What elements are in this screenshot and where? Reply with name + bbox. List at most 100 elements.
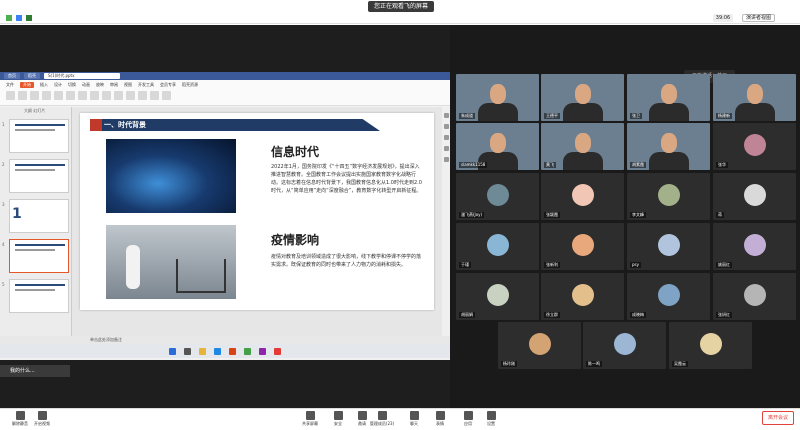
people-icon bbox=[377, 411, 387, 420]
label: 安全 bbox=[334, 421, 342, 426]
participant-tile[interactable]: 潘飞燕(Joy) bbox=[456, 173, 539, 220]
participant-tile[interactable]: 张新利 bbox=[541, 223, 624, 270]
participant-tile[interactable]: 蒋 bbox=[713, 173, 796, 220]
tab-document[interactable]: S(1)时代.pptx bbox=[44, 73, 120, 79]
align-icon[interactable] bbox=[126, 91, 135, 100]
participant-tile[interactable]: 吴霞云 bbox=[669, 322, 752, 369]
avatar bbox=[613, 332, 636, 355]
participant-tile[interactable]: 张妍红 bbox=[713, 273, 796, 320]
participant-tile[interactable]: 成晓梅 bbox=[627, 273, 710, 320]
tool-icon[interactable] bbox=[443, 146, 449, 151]
digital-network-image bbox=[106, 139, 236, 213]
participant-tile[interactable]: psy bbox=[627, 223, 710, 270]
participant-face bbox=[574, 84, 591, 105]
italic-icon[interactable] bbox=[90, 91, 99, 100]
participant-tile[interactable]: 杨建新 bbox=[713, 74, 796, 121]
ribbon-tab[interactable]: 动画 bbox=[82, 82, 90, 88]
participant-body bbox=[562, 103, 603, 121]
sharing-banner[interactable]: 您正在观看飞的屏幕 bbox=[368, 1, 435, 12]
camera-icon bbox=[37, 411, 47, 420]
picture-icon[interactable] bbox=[162, 91, 171, 100]
participant-tile[interactable]: 陈一鸣 bbox=[583, 322, 666, 369]
status-icons bbox=[6, 15, 32, 21]
thumb-number: 2 bbox=[2, 162, 5, 167]
meeting-controls: 解除静音 开启视频 共享屏幕 安全 邀请 管理成员(23) 聊天 表情 应用 设… bbox=[0, 408, 800, 430]
ribbon: 文件 开始 插入 设计 切换 动画 放映 审阅 视图 开发工具 会员专享 稻壳资… bbox=[0, 80, 450, 106]
participant-name: 胡素霞 bbox=[630, 162, 646, 168]
underline-icon[interactable] bbox=[102, 91, 111, 100]
shape-icon[interactable] bbox=[150, 91, 159, 100]
participant-tile[interactable]: 朱成道 bbox=[456, 74, 539, 121]
ribbon-tab[interactable]: 文件 bbox=[6, 82, 14, 88]
app-icon[interactable] bbox=[259, 347, 266, 355]
participant-tile[interactable]: 胡丽娟 bbox=[456, 273, 539, 320]
emoji-icon bbox=[435, 411, 445, 420]
slide[interactable]: 一、时代背景 信息时代 2022年1月，国务院印发《“十四五”数字经济发展规划》… bbox=[80, 113, 434, 310]
font-color-icon[interactable] bbox=[114, 91, 123, 100]
ribbon-tab[interactable]: 放映 bbox=[96, 82, 104, 88]
participant-tile[interactable]: 杨玲刚 bbox=[498, 322, 581, 369]
participant-name: 姚丽红 bbox=[716, 262, 732, 268]
layout-icon[interactable] bbox=[66, 91, 75, 100]
thumbnail[interactable]: 5 bbox=[2, 279, 69, 313]
participant-tile[interactable]: 于瑾 bbox=[456, 223, 539, 270]
tool-icon[interactable] bbox=[443, 135, 449, 140]
app-icon[interactable] bbox=[274, 347, 281, 355]
ribbon-tab[interactable]: 开发工具 bbox=[138, 82, 154, 88]
participant-tile[interactable]: 徐立群 bbox=[541, 273, 624, 320]
thumb-header[interactable]: 大纲 幻灯片 bbox=[0, 107, 71, 114]
ribbon-tab[interactable]: 稻壳资源 bbox=[182, 82, 198, 88]
participant-name: 陈一鸣 bbox=[586, 361, 602, 367]
leave-meeting-button[interactable]: 离开会议 bbox=[762, 411, 794, 425]
ribbon-tab[interactable]: 审阅 bbox=[110, 82, 118, 88]
ribbon-tab[interactable]: 会员专享 bbox=[160, 82, 176, 88]
start-video-button[interactable]: 开启视频 bbox=[22, 411, 62, 427]
participant-name: 杨建新 bbox=[716, 113, 732, 119]
thumbnail[interactable]: 31 bbox=[2, 199, 69, 233]
section-body-pandemic: 疫情对教育及培训领域造成了很大影响，线下教学和停课不停学的落实需求。既保证教育的… bbox=[271, 254, 422, 268]
thumbnail[interactable]: 2 bbox=[2, 159, 69, 193]
ribbon-tab[interactable]: 切换 bbox=[68, 82, 76, 88]
ribbon-tab[interactable]: 设计 bbox=[54, 82, 62, 88]
participant-tile[interactable]: 张颖霞 bbox=[541, 173, 624, 220]
tab-daoke[interactable]: 稻壳 bbox=[24, 73, 40, 79]
new-slide-icon[interactable] bbox=[54, 91, 63, 100]
participant-tile[interactable]: 姚丽红 bbox=[713, 223, 796, 270]
windows-icon[interactable] bbox=[169, 347, 176, 355]
paste-icon[interactable] bbox=[6, 91, 15, 100]
participant-tile[interactable]: slamkk1158 bbox=[456, 123, 539, 170]
settings-button[interactable]: 设置 bbox=[471, 411, 511, 427]
notes-bar[interactable]: 单击此处添加备注 bbox=[0, 336, 450, 344]
browser-icon[interactable] bbox=[214, 347, 221, 355]
ribbon-tab-active[interactable]: 开始 bbox=[20, 82, 34, 88]
tool-icon[interactable] bbox=[443, 124, 449, 129]
participant-tile[interactable]: 黄飞 bbox=[541, 123, 624, 170]
app-icon[interactable] bbox=[244, 347, 251, 355]
disinfection-image bbox=[106, 225, 236, 299]
copy-icon[interactable] bbox=[30, 91, 39, 100]
thumbnail-selected[interactable]: 4 bbox=[2, 239, 69, 273]
bold-icon[interactable] bbox=[78, 91, 87, 100]
tab-home[interactable]: 首页 bbox=[4, 73, 20, 79]
participant-tile[interactable]: 张华 bbox=[713, 123, 796, 170]
format-painter-icon[interactable] bbox=[42, 91, 51, 100]
ribbon-tab[interactable]: 插入 bbox=[40, 82, 48, 88]
participant-tile[interactable]: 张卫 bbox=[627, 74, 710, 121]
participant-tile[interactable]: 胡素霞 bbox=[627, 123, 710, 170]
ribbon-tab[interactable]: 视图 bbox=[124, 82, 132, 88]
avatar bbox=[486, 233, 509, 256]
tool-icon[interactable] bbox=[443, 157, 449, 162]
participant-tile[interactable]: 李文峰 bbox=[627, 173, 710, 220]
explorer-icon[interactable] bbox=[199, 347, 206, 355]
section-title-info-age: 信息时代 bbox=[271, 145, 320, 159]
pending-bar[interactable]: 我的什么... bbox=[0, 365, 70, 377]
search-icon[interactable] bbox=[184, 347, 191, 355]
textbox-icon[interactable] bbox=[138, 91, 147, 100]
thumbnail[interactable]: 1 bbox=[2, 119, 69, 153]
cut-icon[interactable] bbox=[18, 91, 27, 100]
app-icon[interactable] bbox=[229, 347, 236, 355]
participant-tile[interactable]: 王德平 bbox=[541, 74, 624, 121]
view-toggle-button[interactable]: 演讲者视图 bbox=[742, 14, 776, 22]
participant-name: 成晓梅 bbox=[630, 312, 646, 318]
tool-icon[interactable] bbox=[443, 113, 449, 118]
